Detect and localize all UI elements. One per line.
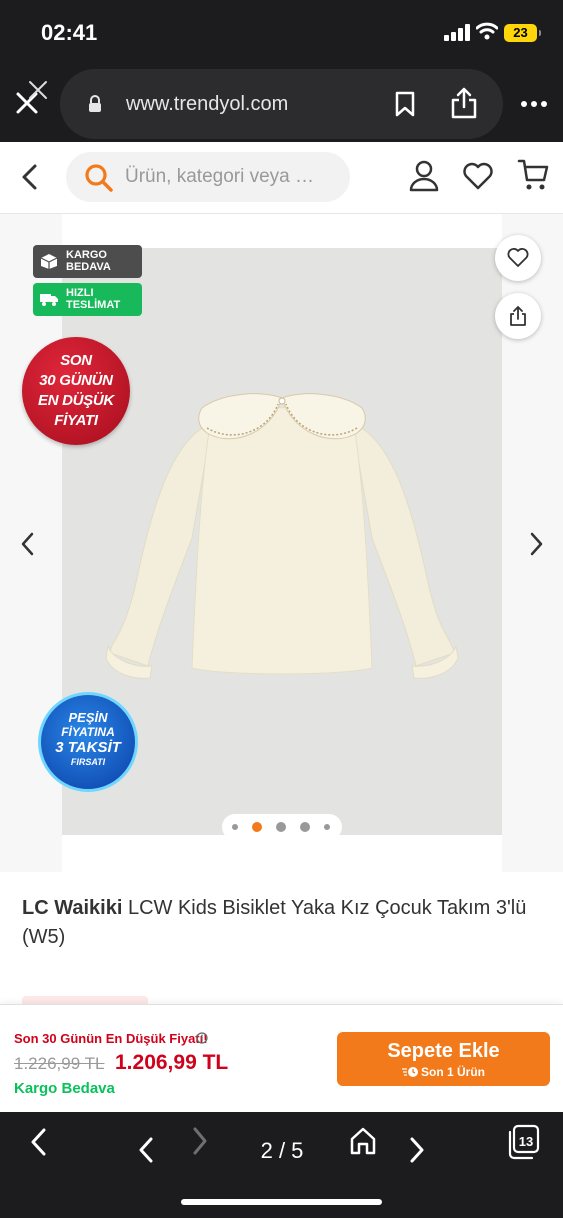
forward-chevron-icon[interactable] [190, 1126, 210, 1156]
home-icon[interactable] [349, 1126, 377, 1156]
stock-note: Son 1 Ürün [337, 1065, 550, 1079]
add-to-cart-label: Sepete Ekle [387, 1040, 500, 1062]
gallery-pagination [222, 814, 342, 840]
search-icon [85, 164, 113, 192]
product-brand[interactable]: LC Waikiki [22, 897, 122, 919]
tab-count: 13 [518, 1134, 534, 1149]
find-prev-chevron-icon[interactable] [137, 1136, 155, 1164]
lowest-price-seal: SON 30 GÜNÜN EN DÜŞÜK FİYATI [22, 337, 130, 445]
heart-icon [507, 248, 529, 267]
search-input[interactable]: Ürün, kategori veya … [66, 152, 350, 202]
url-text: www.trendyol.com [126, 93, 289, 115]
cart-icon[interactable] [517, 158, 549, 192]
battery-icon: 23 [504, 24, 541, 42]
pagination-dot-active[interactable] [252, 822, 262, 832]
add-to-cart-button[interactable]: Sepete Ekle Son 1 Ürün [337, 1032, 550, 1086]
browser-back-icon[interactable] [28, 1126, 50, 1158]
status-bar: 02:41 23 [0, 0, 563, 66]
search-placeholder: Ürün, kategori veya … [125, 166, 315, 187]
clock-stock-icon [401, 1067, 418, 1077]
lowest-price-note: Son 30 Günün En Düşük Fiyatı! [14, 1031, 208, 1046]
bookmark-icon[interactable] [394, 91, 416, 117]
add-to-favorites-button[interactable] [495, 235, 541, 281]
current-price: 1.206,99 TL [115, 1051, 229, 1074]
wifi-icon [476, 22, 498, 40]
status-time: 02:41 [41, 20, 98, 45]
free-shipping-label: Kargo Bedava [14, 1080, 115, 1097]
home-indicator[interactable] [181, 1199, 382, 1205]
close-icon[interactable] [14, 78, 50, 118]
delivery-truck-icon [40, 294, 58, 306]
info-icon[interactable] [196, 1032, 208, 1044]
favorites-heart-icon[interactable] [462, 162, 494, 190]
gallery-next-chevron-icon[interactable] [526, 531, 546, 557]
share-product-button[interactable] [495, 293, 541, 339]
browser-bar: www.trendyol.com [0, 66, 563, 142]
buy-bar: Son 30 Günün En Düşük Fiyatı! 1.226,99 T… [0, 1004, 563, 1112]
pagination-dot[interactable] [276, 822, 286, 832]
product-title: LC Waikiki LCW Kids Bisiklet Yaka Kız Ço… [22, 894, 542, 952]
fast-delivery-badge: HIZLI TESLİMAT [33, 283, 142, 316]
address-bar[interactable]: www.trendyol.com [60, 69, 503, 139]
share-icon[interactable] [450, 87, 478, 119]
back-chevron-icon[interactable] [18, 162, 42, 192]
free-shipping-badge: KARGO BEDAVA [33, 245, 142, 278]
pagination-dot[interactable] [324, 824, 330, 830]
cellular-signal-icon [444, 24, 470, 41]
page-counter: 2 / 5 [260, 1138, 304, 1163]
find-next-chevron-icon[interactable] [408, 1136, 426, 1164]
installment-offer-seal: PEŞİN FİYATINA 3 TAKSİT FIRSATI [38, 692, 138, 792]
more-options-icon[interactable] [520, 94, 548, 114]
gallery-prev-chevron-icon[interactable] [18, 531, 38, 557]
pagination-dot[interactable] [232, 824, 238, 830]
product-gallery[interactable]: KARGO BEDAVA HIZLI TESLİMAT SON 30 GÜNÜN… [0, 214, 563, 872]
package-icon [40, 254, 58, 269]
user-account-icon[interactable] [409, 160, 439, 192]
site-header: Ürün, kategori veya … [0, 142, 563, 214]
lock-icon [89, 95, 101, 112]
old-price: 1.226,99 TL [14, 1054, 105, 1073]
pagination-dot[interactable] [300, 822, 310, 832]
share-icon [510, 306, 526, 326]
